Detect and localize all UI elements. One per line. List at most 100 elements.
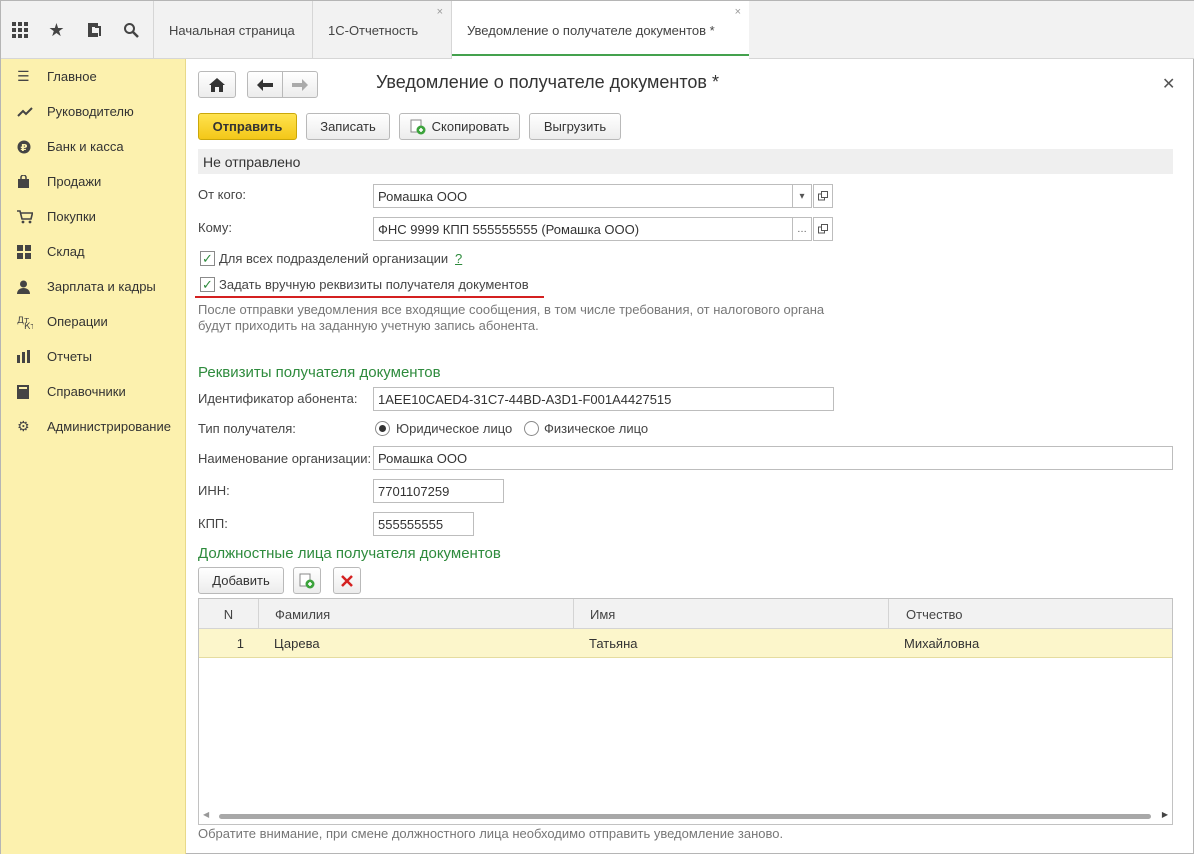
tab-1c-reporting[interactable]: 1С-Отчетность × xyxy=(312,1,451,59)
forward-button[interactable] xyxy=(282,71,318,98)
org-name-label: Наименование организации: xyxy=(198,451,372,466)
radio-legal-entity-label: Юридическое лицо xyxy=(396,421,513,436)
sidebar-item-label: Руководителю xyxy=(47,104,134,119)
help-link[interactable]: ? xyxy=(455,251,462,266)
back-button[interactable] xyxy=(247,71,283,98)
sidebar-item-label: Администрирование xyxy=(47,419,171,434)
menu-icon: ☰ xyxy=(17,68,30,84)
operations-icon: ДтКт xyxy=(17,315,47,329)
home-button[interactable] xyxy=(198,71,236,98)
column-header-n[interactable]: N xyxy=(199,599,259,629)
to-field[interactable]: ФНС 9999 КПП 555555555 (Ромашка ООО) xyxy=(373,217,793,241)
sidebar-item-bank[interactable]: ₽ Банк и касса xyxy=(1,129,185,164)
apps-grid-icon[interactable] xyxy=(1,1,38,59)
kpp-label: КПП: xyxy=(198,516,228,531)
page-title: Уведомление о получателе документов * xyxy=(376,72,719,92)
recipient-type-label: Тип получателя: xyxy=(198,421,296,436)
subscriber-id-value: 1AEE10CAED4-31C7-44BD-A3D1-F001A4427515 xyxy=(378,391,672,407)
form-area: Уведомление о получателе документов * ✕ … xyxy=(187,59,1194,854)
delete-icon xyxy=(341,574,353,587)
org-name-value: Ромашка ООО xyxy=(378,450,468,466)
chevron-down-icon: ▾ xyxy=(799,190,805,202)
sidebar-item-label: Операции xyxy=(47,314,108,329)
sidebar-item-warehouse[interactable]: Склад xyxy=(1,234,185,269)
org-name-field[interactable]: Ромашка ООО xyxy=(373,446,1173,470)
radio-individual[interactable] xyxy=(524,421,539,436)
sidebar-item-manager[interactable]: Руководителю xyxy=(1,94,185,129)
footer-note: Обратите внимание, при смене должностног… xyxy=(198,826,784,841)
copy-row-icon xyxy=(299,573,315,588)
sidebar-item-label: Отчеты xyxy=(47,349,92,364)
send-button[interactable]: Отправить xyxy=(198,113,297,140)
history-icon[interactable] xyxy=(75,1,112,59)
horizontal-scrollbar[interactable]: ◀ ▶ xyxy=(201,810,1170,822)
open-button[interactable] xyxy=(813,217,833,241)
sidebar-item-reports[interactable]: Отчеты xyxy=(1,339,185,374)
sidebar: ☰ Главное Руководителю ₽ Банк и касса Пр… xyxy=(1,59,186,854)
search-icon[interactable] xyxy=(112,1,149,59)
sidebar-item-purchases[interactable]: Покупки xyxy=(1,199,185,234)
tab-home-page[interactable]: Начальная страница xyxy=(153,1,312,59)
tab-label: 1С-Отчетность xyxy=(328,22,419,38)
cell-first-name: Татьяна xyxy=(589,636,638,651)
column-header-last-name[interactable]: Фамилия xyxy=(259,599,574,629)
copy-button[interactable]: Скопировать xyxy=(399,113,520,140)
cell-last-name: Царева xyxy=(274,636,320,651)
tab-recipient-notice[interactable]: Уведомление о получателе документов * × xyxy=(451,1,749,59)
inn-field[interactable]: 7701107259 xyxy=(373,479,504,503)
scroll-right-icon[interactable]: ▶ xyxy=(1162,810,1168,819)
open-form-icon xyxy=(818,191,828,201)
copy-icon xyxy=(410,119,426,134)
subscriber-id-field[interactable]: 1AEE10CAED4-31C7-44BD-A3D1-F001A4427515 xyxy=(373,387,834,411)
arrow-right-icon xyxy=(292,78,308,91)
ellipsis-icon: … xyxy=(797,223,807,235)
officials-table: N Фамилия Имя Отчество 1 Царева Татьяна … xyxy=(198,598,1173,825)
sidebar-item-admin[interactable]: ⚙ Администрирование xyxy=(1,409,185,444)
close-icon[interactable]: × xyxy=(735,6,741,18)
select-button[interactable]: … xyxy=(792,217,812,241)
column-header-first-name[interactable]: Имя xyxy=(574,599,889,629)
save-button[interactable]: Записать xyxy=(306,113,390,140)
column-header-middle-name[interactable]: Отчество xyxy=(889,599,1172,629)
home-icon xyxy=(209,77,225,92)
sidebar-item-main[interactable]: ☰ Главное xyxy=(1,59,185,94)
radio-legal-entity[interactable] xyxy=(375,421,390,436)
sidebar-item-operations[interactable]: ДтКт Операции xyxy=(1,304,185,339)
close-icon[interactable]: ✕ xyxy=(1162,74,1175,94)
table-header: N Фамилия Имя Отчество xyxy=(199,599,1172,629)
app-window: ★ Начальная страница 1С-Отчетность × Уве… xyxy=(0,0,1194,854)
delete-row-button[interactable] xyxy=(333,567,361,594)
svg-text:₽: ₽ xyxy=(21,143,28,154)
book-icon xyxy=(17,384,47,399)
to-label: Кому: xyxy=(198,220,232,235)
dropdown-button[interactable]: ▾ xyxy=(792,184,812,208)
sidebar-item-catalogs[interactable]: Справочники xyxy=(1,374,185,409)
sidebar-item-salary[interactable]: Зарплата и кадры xyxy=(1,269,185,304)
status-bar: Не отправлено xyxy=(198,149,1173,174)
cell-n: 1 xyxy=(236,636,244,651)
kpp-field[interactable]: 555555555 xyxy=(373,512,474,536)
scroll-thumb[interactable] xyxy=(219,814,1151,819)
highlight-underline xyxy=(195,296,544,298)
export-button[interactable]: Выгрузить xyxy=(529,113,621,140)
copy-row-button[interactable] xyxy=(293,567,321,594)
close-icon[interactable]: × xyxy=(437,6,443,18)
table-row[interactable]: 1 Царева Татьяна Михайловна xyxy=(199,629,1172,658)
all-divisions-checkbox[interactable]: ✓ xyxy=(200,251,215,266)
copy-button-label: Скопировать xyxy=(431,119,510,134)
from-label: От кого: xyxy=(198,187,247,202)
sidebar-item-sales[interactable]: Продажи xyxy=(1,164,185,199)
bar-chart-icon xyxy=(17,350,47,363)
radio-individual-label: Физическое лицо xyxy=(544,421,649,436)
sidebar-item-label: Покупки xyxy=(47,209,96,224)
info-note: После отправки уведомления все входящие … xyxy=(198,302,825,333)
kpp-value: 555555555 xyxy=(378,516,444,532)
trend-icon xyxy=(17,106,47,118)
star-icon[interactable]: ★ xyxy=(38,1,75,59)
from-field[interactable]: Ромашка ООО xyxy=(373,184,793,208)
manual-details-checkbox[interactable]: ✓ xyxy=(200,277,215,292)
add-official-button[interactable]: Добавить xyxy=(198,567,284,594)
sidebar-item-label: Продажи xyxy=(47,174,102,189)
scroll-left-icon[interactable]: ◀ xyxy=(203,810,209,819)
open-button[interactable] xyxy=(813,184,833,208)
